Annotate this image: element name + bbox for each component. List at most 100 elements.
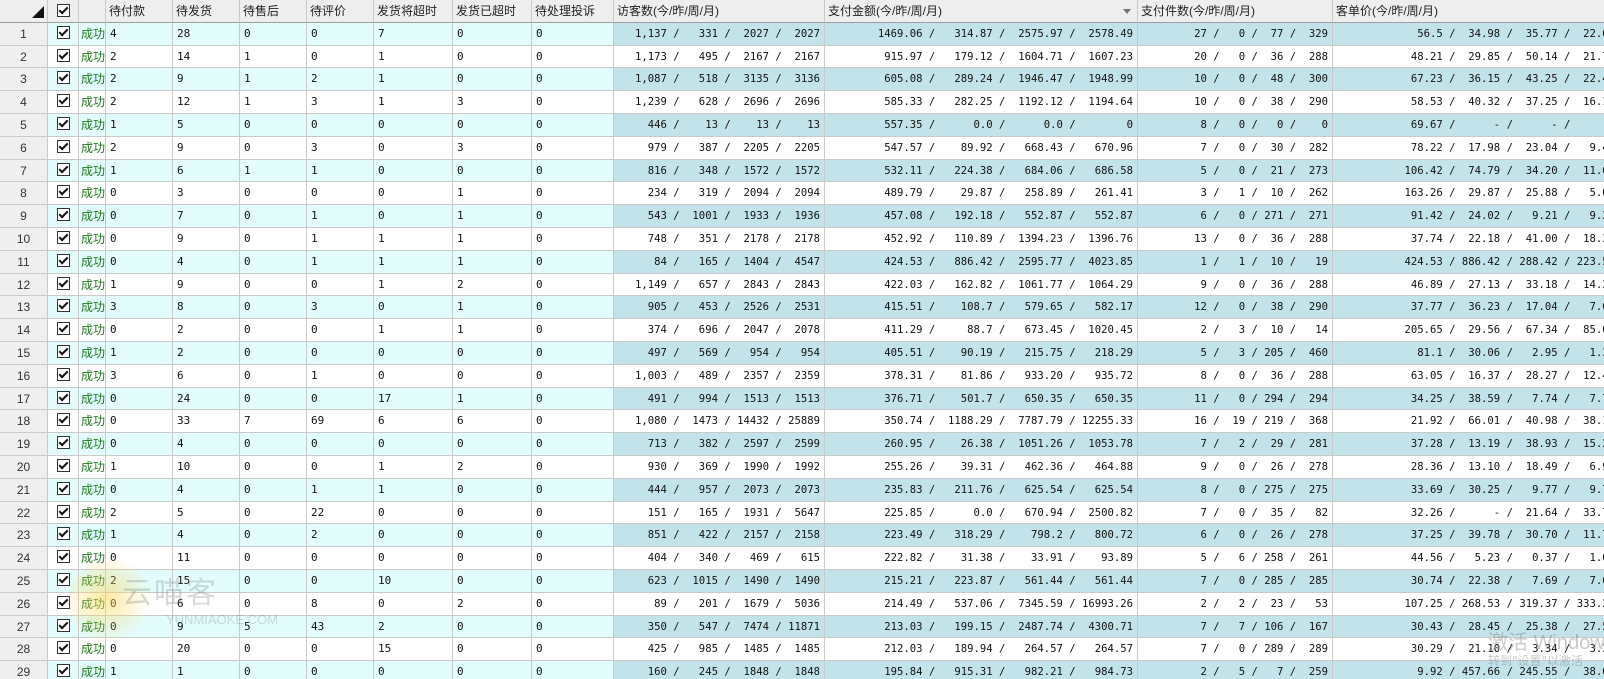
checkbox-checked-icon[interactable] (56, 253, 70, 267)
table-row[interactable]: 9 成功 0 7 0 1 0 1 0 543 / 1001 / 1933 / 1936 457.… (0, 205, 1604, 228)
table-row[interactable]: 8 成功 0 3 0 0 0 1 0 234 / 319 / 2094 / 2094 489.7… (0, 182, 1604, 206)
row-number[interactable]: 8 (0, 182, 48, 206)
row-number[interactable]: 7 (0, 159, 48, 183)
table-row[interactable]: 1 成功 4 28 0 0 7 0 0 1,137 / 331 / 2027 / 2027 1469… (0, 22, 1604, 46)
row-checkbox-cell[interactable] (48, 159, 79, 183)
row-checkbox-cell[interactable] (48, 638, 79, 662)
row-checkbox-cell[interactable] (48, 273, 79, 297)
row-number[interactable]: 23 (0, 524, 48, 548)
row-number[interactable]: 6 (0, 136, 48, 160)
table-row[interactable]: 19 成功 0 4 0 0 0 0 0 713 / 382 / 2597 / 2599 260.… (0, 433, 1604, 456)
row-number[interactable]: 21 (0, 478, 48, 502)
checkbox-checked-icon[interactable] (56, 299, 70, 313)
checkbox-checked-icon[interactable] (56, 185, 70, 199)
header-col-pieces[interactable]: 支付件数(今/昨/周/月) (1138, 0, 1333, 23)
row-checkbox-cell[interactable] (48, 387, 79, 411)
row-number[interactable]: 26 (0, 592, 48, 616)
row-checkbox-cell[interactable] (48, 22, 79, 46)
row-checkbox-cell[interactable] (48, 182, 79, 206)
checkbox-checked-icon[interactable] (56, 71, 70, 85)
row-checkbox-cell[interactable] (48, 114, 79, 137)
sort-descending-icon[interactable] (1123, 9, 1131, 14)
header-col-complaints[interactable]: 待处理投诉 (532, 0, 614, 23)
table-row[interactable]: 5 成功 1 5 0 0 0 0 0 446 / 13 / 13 / 13 557.35 / 0… (0, 114, 1604, 137)
row-number[interactable]: 29 (0, 661, 48, 679)
table-row[interactable]: 17 成功 0 24 0 0 17 1 0 491 / 994 / 1513 / 1513 37… (0, 387, 1604, 411)
row-number[interactable]: 14 (0, 319, 48, 342)
checkbox-checked-icon[interactable] (56, 231, 70, 244)
row-number[interactable]: 3 (0, 68, 48, 92)
checkbox-checked-icon[interactable] (56, 459, 70, 472)
row-number[interactable]: 11 (0, 250, 48, 274)
row-number[interactable]: 28 (0, 638, 48, 662)
row-number[interactable]: 1 (0, 22, 48, 46)
row-number[interactable]: 4 (0, 91, 48, 114)
table-row[interactable]: 20 成功 1 10 0 0 1 2 0 930 / 369 / 1990 / 1992 255… (0, 456, 1604, 479)
table-row[interactable]: 16 成功 3 6 0 1 0 0 0 1,003 / 489 / 2357 / 2359 378… (0, 364, 1604, 388)
row-checkbox-cell[interactable] (48, 250, 79, 274)
checkbox-checked-icon[interactable] (56, 322, 70, 336)
row-checkbox-cell[interactable] (48, 296, 79, 320)
row-number[interactable]: 10 (0, 228, 48, 251)
checkbox-checked-icon[interactable] (56, 48, 70, 62)
header-col-ship-timeout-soon[interactable]: 发货将超时 (374, 0, 453, 23)
header-col-pending-review[interactable]: 待评价 (307, 0, 374, 23)
row-checkbox-cell[interactable] (48, 547, 79, 570)
table-row[interactable]: 21 成功 0 4 0 1 1 0 0 444 / 957 / 2073 / 2073 235.… (0, 478, 1604, 502)
checkbox-checked-icon[interactable] (56, 664, 70, 678)
table-row[interactable]: 4 成功 2 12 1 3 1 3 0 1,239 / 628 / 2696 / 2696 585… (0, 91, 1604, 114)
checkbox-checked-icon[interactable] (56, 436, 70, 450)
row-checkbox-cell[interactable] (48, 524, 79, 548)
row-number[interactable]: 25 (0, 570, 48, 593)
header-col-ship-timed-out[interactable]: 发货已超时 (453, 0, 532, 23)
row-checkbox-cell[interactable] (48, 228, 79, 251)
row-checkbox-cell[interactable] (48, 501, 79, 525)
select-all-corner[interactable] (0, 0, 48, 23)
row-number[interactable]: 20 (0, 456, 48, 479)
table-row[interactable]: 14 成功 0 2 0 0 1 1 0 374 / 696 / 2047 / 2078 411.… (0, 319, 1604, 342)
row-checkbox-cell[interactable] (48, 205, 79, 228)
table-row[interactable]: 10 成功 0 9 0 1 1 1 0 748 / 351 / 2178 / 2178 452.… (0, 228, 1604, 251)
row-number[interactable]: 27 (0, 615, 48, 639)
checkbox-checked-icon[interactable] (56, 25, 70, 39)
checkbox-checked-icon[interactable] (56, 117, 70, 130)
table-row[interactable]: 3 成功 2 9 1 2 1 0 0 1,087 / 518 / 3135 / 3136 605.… (0, 68, 1604, 92)
checkbox-checked-icon[interactable] (56, 573, 70, 586)
checkbox-checked-icon[interactable] (56, 504, 70, 518)
row-checkbox-cell[interactable] (48, 364, 79, 388)
row-number[interactable]: 5 (0, 114, 48, 137)
row-checkbox-cell[interactable] (48, 136, 79, 160)
checkbox-checked-icon[interactable] (56, 481, 70, 495)
row-number[interactable]: 13 (0, 296, 48, 320)
table-row[interactable]: 6 成功 2 9 0 3 0 3 0 979 / 387 / 2205 / 2205 547.5… (0, 136, 1604, 160)
table-row[interactable]: 18 成功 0 33 7 69 6 6 0 1,080 / 1473 / 14432 / 2588… (0, 410, 1604, 434)
row-checkbox-cell[interactable] (48, 478, 79, 502)
row-checkbox-cell[interactable] (48, 410, 79, 434)
row-checkbox-cell[interactable] (48, 91, 79, 114)
checkbox-checked-icon[interactable] (56, 162, 70, 176)
checkbox-checked-icon[interactable] (56, 550, 70, 564)
header-col-payment-amount[interactable]: 支付金额(今/昨/周/月) (825, 0, 1138, 23)
row-number[interactable]: 9 (0, 205, 48, 228)
header-checkbox-cell[interactable] (48, 0, 79, 23)
checkbox-checked-icon[interactable] (56, 94, 70, 108)
row-checkbox-cell[interactable] (48, 45, 79, 69)
checkbox-checked-icon[interactable] (56, 413, 70, 427)
header-col-pending-payment[interactable]: 待付款 (106, 0, 173, 23)
table-row[interactable]: 13 成功 3 8 0 3 0 1 0 905 / 453 / 2526 / 2531 415.… (0, 296, 1604, 320)
table-row[interactable]: 11 成功 0 4 0 1 1 1 0 84 / 165 / 1404 / 4547 424.5… (0, 250, 1604, 274)
row-number[interactable]: 15 (0, 342, 48, 365)
row-number[interactable]: 16 (0, 364, 48, 388)
checkbox-checked-icon[interactable] (56, 390, 70, 404)
checkbox-checked-icon[interactable] (56, 367, 70, 381)
checkbox-checked-icon[interactable] (56, 4, 70, 17)
row-number[interactable]: 12 (0, 273, 48, 297)
row-checkbox-cell[interactable] (48, 342, 79, 365)
header-col-pending-ship[interactable]: 待发货 (173, 0, 240, 23)
row-number[interactable]: 22 (0, 501, 48, 525)
checkbox-checked-icon[interactable] (56, 139, 70, 153)
checkbox-checked-icon[interactable] (56, 276, 70, 290)
row-number[interactable]: 24 (0, 547, 48, 570)
row-checkbox-cell[interactable] (48, 661, 79, 679)
header-col-visitors[interactable]: 访客数(今/昨/周/月) (614, 0, 825, 23)
